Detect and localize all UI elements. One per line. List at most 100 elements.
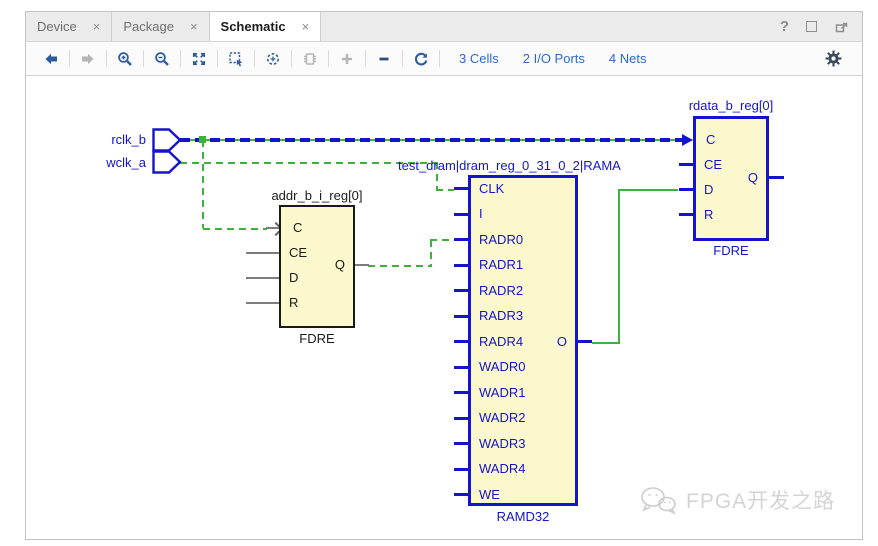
pin-stub [454,187,468,190]
toolbar-separator [328,50,329,67]
input-port-icon-rclk-b[interactable] [152,128,182,152]
cell-type-label: RAMD32 [468,509,578,524]
wechat-icon [638,484,678,516]
help-icon[interactable]: ? [780,18,789,35]
pin-stub [454,340,468,343]
close-icon[interactable]: × [93,20,101,33]
tab-device-label: Device [37,19,77,34]
float-window-icon[interactable] [834,20,848,34]
pin-stub [454,391,468,394]
pin-label: R [704,207,713,222]
pin-stub [246,302,280,304]
clock-pin-arrow-icon [682,134,693,146]
pin-label: WADR3 [479,436,525,451]
pin-label: Q [748,170,758,185]
pin-label: CE [289,245,307,260]
net-addr-q-v[interactable] [430,240,432,266]
pin-stub [679,163,693,166]
regenerate-icon[interactable] [406,47,436,71]
watermark-text: FPGA开发之路 [686,485,835,515]
pin-label: Q [335,257,345,272]
net-junction [199,136,206,143]
input-port-icon-wclk-a[interactable] [152,150,182,174]
autofit-selection-icon[interactable] [258,47,288,71]
pin-label: CLK [479,181,504,196]
cells-count: 3 Cells [459,51,499,66]
pin-label: I [479,206,483,221]
schematic-toolbar: 3 Cells 2 I/O Ports 4 Nets [26,42,862,76]
pin-label: WADR1 [479,385,525,400]
tab-schematic[interactable]: Schematic × [210,12,322,41]
pin-label: RADR3 [479,308,523,323]
pin-label: RADR2 [479,283,523,298]
pin-stub [355,264,369,266]
pin-stub [454,315,468,318]
net-wclk-a-h2[interactable] [436,189,454,191]
net-addr-q-h1[interactable] [368,265,432,267]
pin-label: O [557,334,567,349]
port-label-rclk-b: rclk_b [46,132,146,147]
toolbar-separator [217,50,218,67]
schematic-canvas[interactable]: rclk_b wclk_a C CE D R Q [26,76,862,539]
toolbar-separator [439,50,440,67]
pin-label: WE [479,487,500,502]
remove-icon[interactable] [369,47,399,71]
pin-stub [454,442,468,445]
back-icon[interactable] [36,47,66,71]
cell-ram-rama[interactable]: CLK I RADR0 RADR1 RADR2 RADR3 RADR4 WADR… [468,175,578,506]
pin-stub [454,417,468,420]
pin-stub [578,340,592,343]
pin-stub [679,213,693,216]
zoom-selection-icon[interactable] [221,47,251,71]
schematic-stats: 3 Cells 2 I/O Ports 4 Nets [459,51,646,66]
pin-label: C [293,220,302,235]
close-icon[interactable]: × [302,20,310,33]
net-rclk-b-branch-v[interactable] [202,140,204,228]
tab-device[interactable]: Device × [26,12,112,41]
net-ram-o-h1[interactable] [592,342,620,344]
cell-addr-b-i-reg[interactable]: C CE D R Q [279,205,355,328]
screenshot-root: Device × Package × Schematic × ? [0,0,878,546]
cell-rdata-b-reg[interactable]: C CE D R Q [693,116,769,241]
net-ram-o-v[interactable] [618,190,620,343]
io-ports-count: 2 I/O Ports [523,51,585,66]
tab-bar: Device × Package × Schematic × ? [26,12,862,42]
cell-name-label: rdata_b_reg[0] [671,98,791,113]
pin-label: D [704,182,713,197]
add-icon[interactable] [332,47,362,71]
toolbar-separator [402,50,403,67]
pin-stub [246,277,280,279]
net-ram-o-h2[interactable] [618,189,678,191]
titlebar-icons: ? [780,12,862,41]
tab-package[interactable]: Package × [112,12,209,41]
cell-type-label: FDRE [693,243,769,258]
pin-stub [454,289,468,292]
net-rclk-b-branch-h[interactable] [203,228,267,230]
net-rclk-b[interactable] [180,138,682,142]
toolbar-separator [254,50,255,67]
expand-cone-icon[interactable] [295,47,325,71]
toolbar-separator [291,50,292,67]
forward-icon[interactable] [73,47,103,71]
close-icon[interactable]: × [190,20,198,33]
toolbar-separator [143,50,144,67]
pin-label: WADR4 [479,461,525,476]
pin-label: C [706,132,715,147]
zoom-in-icon[interactable] [110,47,140,71]
zoom-fit-icon[interactable] [184,47,214,71]
pin-stub [769,176,784,179]
pin-stub [454,468,468,471]
zoom-out-icon[interactable] [147,47,177,71]
pin-label: CE [704,157,722,172]
pin-stub [679,188,693,191]
maximize-icon[interactable] [806,21,817,32]
gear-icon[interactable] [818,47,848,71]
cell-type-label: FDRE [279,331,355,346]
toolbar-separator [365,50,366,67]
pin-stub [454,238,468,241]
toolbar-separator [69,50,70,67]
pin-label: D [289,270,298,285]
net-addr-q-h2[interactable] [430,239,454,241]
pin-label: WADR2 [479,410,525,425]
pin-stub [454,366,468,369]
